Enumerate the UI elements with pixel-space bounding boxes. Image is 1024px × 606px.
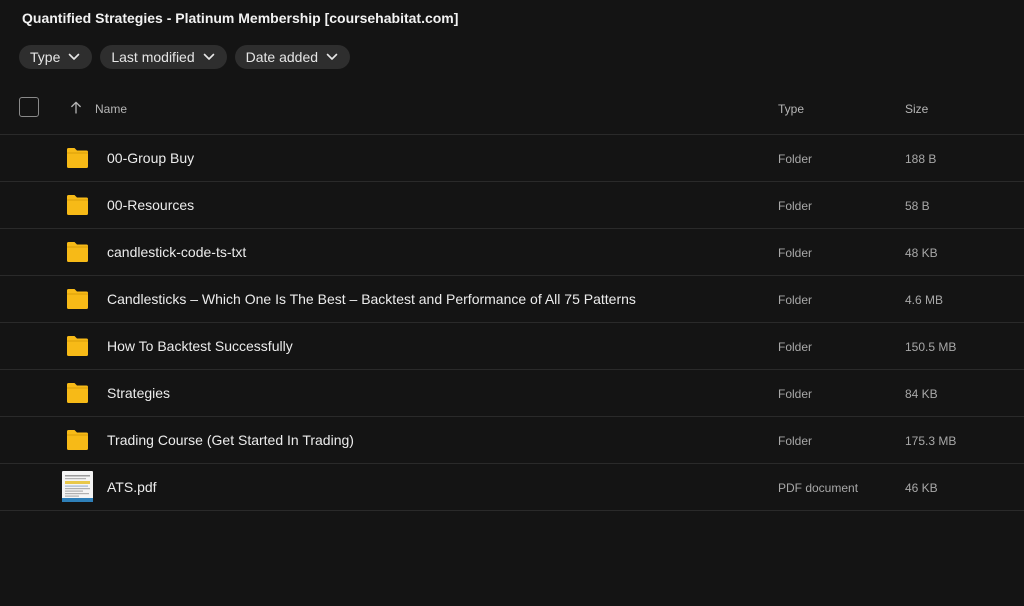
file-size: 150.5 MB bbox=[905, 340, 957, 354]
sort-ascending-arrow-icon[interactable] bbox=[70, 101, 82, 114]
chevron-down-icon bbox=[69, 53, 80, 60]
filter-date-added-button[interactable]: Date added bbox=[234, 45, 351, 69]
file-size: 188 B bbox=[905, 152, 937, 166]
file-row[interactable]: Strategies Folder 84 KB bbox=[0, 370, 1024, 417]
column-header-name[interactable]: Name bbox=[95, 102, 127, 116]
column-header-size[interactable]: Size bbox=[905, 102, 928, 116]
file-type: Folder bbox=[778, 199, 813, 213]
file-size: 58 B bbox=[905, 199, 930, 213]
file-size: 46 KB bbox=[905, 481, 938, 495]
folder-icon bbox=[67, 383, 88, 403]
folder-icon bbox=[67, 336, 88, 356]
file-size: 48 KB bbox=[905, 246, 938, 260]
file-type: Folder bbox=[778, 246, 813, 260]
file-size: 4.6 MB bbox=[905, 293, 944, 307]
folder-icon bbox=[67, 289, 88, 309]
file-name: Trading Course (Get Started In Trading) bbox=[107, 432, 354, 448]
table-header: Name Type Size bbox=[0, 88, 1024, 135]
pdf-thumbnail-icon bbox=[62, 471, 93, 502]
filter-type-label: Type bbox=[30, 49, 61, 65]
folder-icon bbox=[67, 430, 88, 450]
filter-bar: Type Last modified Date added bbox=[19, 45, 351, 69]
file-row[interactable]: Trading Course (Get Started In Trading) … bbox=[0, 417, 1024, 464]
file-type: Folder bbox=[778, 293, 813, 307]
filter-date-added-label: Date added bbox=[245, 49, 319, 65]
file-name: Candlesticks – Which One Is The Best – B… bbox=[107, 291, 636, 307]
file-name: candlestick-code-ts-txt bbox=[107, 244, 247, 260]
folder-icon bbox=[67, 195, 88, 215]
file-row[interactable]: 00-Group Buy Folder 188 B bbox=[0, 135, 1024, 182]
file-row[interactable]: ATS.pdf PDF document 46 KB bbox=[0, 464, 1024, 511]
file-list: 00-Group Buy Folder 188 B 00-Resources F… bbox=[0, 135, 1024, 511]
file-type: Folder bbox=[778, 434, 813, 448]
file-type: PDF document bbox=[778, 481, 859, 495]
file-row[interactable]: 00-Resources Folder 58 B bbox=[0, 182, 1024, 229]
file-type: Folder bbox=[778, 152, 813, 166]
chevron-down-icon bbox=[326, 53, 338, 60]
column-header-type[interactable]: Type bbox=[778, 102, 804, 116]
filter-last-modified-button[interactable]: Last modified bbox=[100, 45, 227, 69]
file-name: Strategies bbox=[107, 385, 171, 401]
file-type: Folder bbox=[778, 387, 813, 401]
select-all-checkbox[interactable] bbox=[19, 97, 39, 117]
chevron-down-icon bbox=[203, 53, 214, 60]
file-name: 00-Group Buy bbox=[107, 150, 195, 166]
file-row[interactable]: Candlesticks – Which One Is The Best – B… bbox=[0, 276, 1024, 323]
filter-last-modified-label: Last modified bbox=[111, 49, 195, 65]
file-name: How To Backtest Successfully bbox=[107, 338, 293, 354]
file-row[interactable]: candlestick-code-ts-txt Folder 48 KB bbox=[0, 229, 1024, 276]
file-type: Folder bbox=[778, 340, 813, 354]
page-title: Quantified Strategies - Platinum Members… bbox=[22, 10, 459, 26]
filter-type-button[interactable]: Type bbox=[19, 45, 93, 69]
file-name: 00-Resources bbox=[107, 197, 195, 213]
file-size: 175.3 MB bbox=[905, 434, 957, 448]
file-browser: Quantified Strategies - Platinum Members… bbox=[0, 0, 1024, 606]
folder-icon bbox=[67, 148, 88, 168]
file-size: 84 KB bbox=[905, 387, 938, 401]
file-name: ATS.pdf bbox=[107, 479, 157, 495]
folder-icon bbox=[67, 242, 88, 262]
file-row[interactable]: How To Backtest Successfully Folder 150.… bbox=[0, 323, 1024, 370]
